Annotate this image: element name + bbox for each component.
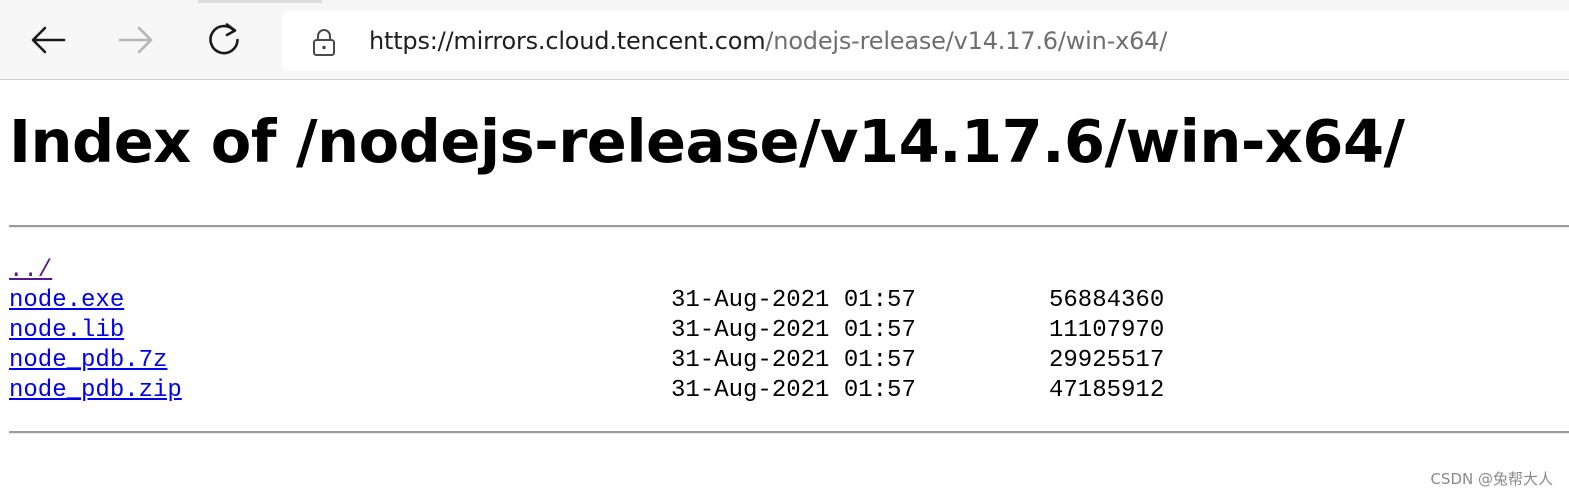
file-link[interactable]: node_pdb.7z [9,346,167,376]
tab-strip-left [0,0,198,3]
url-host: https://mirrors.cloud.tencent.com [369,27,766,55]
arrow-left-icon [31,26,66,54]
reload-button[interactable] [200,16,248,64]
browser-toolbar: https://mirrors.cloud.tencent.com/nodejs… [0,0,1569,80]
address-bar[interactable]: https://mirrors.cloud.tencent.com/nodejs… [282,11,1569,71]
forward-button[interactable] [112,16,160,64]
file-size: 56884360 [1049,287,1165,314]
back-button[interactable] [24,16,72,64]
tab-strip-right [322,0,1569,3]
file-link[interactable]: node.lib [9,316,124,346]
divider-top [9,225,1569,228]
file-date: 31-Aug-2021 01:57 [671,377,916,404]
url-path: /nodejs-release/v14.17.6/win-x64/ [765,27,1168,55]
file-size: 47185912 [1049,377,1165,404]
file-link[interactable]: node_pdb.zip [9,376,182,406]
divider-bottom [9,431,1569,434]
file-link[interactable]: node.exe [9,286,124,316]
file-size: 11107970 [1049,317,1165,344]
file-date: 31-Aug-2021 01:57 [671,317,916,344]
parent-directory-link[interactable]: ../ [9,256,52,286]
url-text[interactable]: https://mirrors.cloud.tencent.com/nodejs… [369,25,1167,57]
page-title: Index of /nodejs-release/v14.17.6/win-x6… [9,107,1405,176]
arrow-right-icon [118,26,153,54]
file-date: 31-Aug-2021 01:57 [671,347,916,374]
file-date: 31-Aug-2021 01:57 [671,287,916,314]
reload-icon [209,23,239,55]
watermark: CSDN @兔帮大人 [1430,470,1553,488]
lock-icon[interactable] [310,27,338,57]
file-size: 29925517 [1049,347,1165,374]
